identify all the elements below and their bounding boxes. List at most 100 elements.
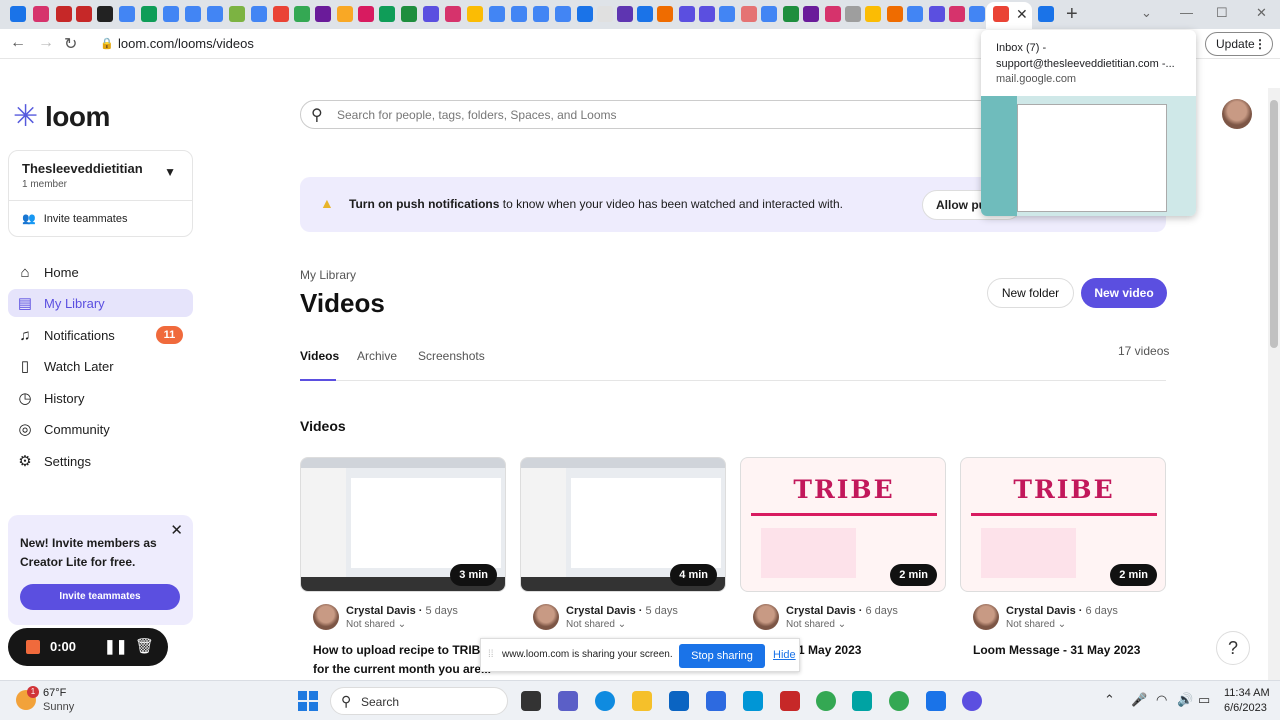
avatar[interactable]	[1222, 99, 1252, 129]
sidebar-item-settings[interactable]: ⚙ Settings	[8, 447, 193, 475]
tab-favicon[interactable]	[76, 6, 92, 22]
sidebar-item-watch-later[interactable]: ▯ Watch Later	[8, 352, 193, 380]
back-icon[interactable]: ←	[10, 34, 26, 52]
tab-favicon[interactable]	[637, 6, 653, 22]
tab-screenshots[interactable]: Screenshots	[418, 349, 485, 363]
new-tab-icon[interactable]: +	[1066, 3, 1078, 26]
help-button[interactable]: ?	[1216, 631, 1250, 665]
windows-start-icon[interactable]	[298, 691, 318, 711]
tab-favicon[interactable]	[207, 6, 223, 22]
tab-favicon[interactable]	[699, 6, 715, 22]
update-button[interactable]: Update ⋮	[1205, 32, 1273, 56]
tab-favicon[interactable]	[379, 6, 395, 22]
tab-favicon[interactable]	[119, 6, 135, 22]
tab-favicon[interactable]	[97, 6, 113, 22]
tab-favicon[interactable]	[825, 6, 841, 22]
app-l-icon[interactable]	[706, 691, 726, 711]
tab-favicon[interactable]	[445, 6, 461, 22]
maximize-icon[interactable]: ☐	[1216, 5, 1228, 21]
new-video-button[interactable]: New video	[1081, 278, 1167, 308]
clock-date[interactable]: 6/6/2023	[1224, 702, 1267, 714]
sidebar-item-notifications[interactable]: ♫ Notifications 11	[8, 321, 193, 349]
clock-time[interactable]: 11:34 AM	[1224, 687, 1270, 699]
tab-favicon[interactable]	[1038, 6, 1054, 22]
stop-recording-icon[interactable]	[26, 640, 40, 654]
forward-icon[interactable]: →	[38, 34, 54, 52]
close-icon[interactable]: ✕	[170, 521, 183, 539]
tab-archive[interactable]: Archive	[357, 349, 397, 363]
tab-favicon[interactable]	[489, 6, 505, 22]
tab-favicon[interactable]	[401, 6, 417, 22]
video-card[interactable]: 3 min Crystal Davis · 5 days Not shared …	[300, 457, 506, 687]
search-bar[interactable]: ⚲ Search for people, tags, folders, Spac…	[300, 100, 1000, 129]
url-field[interactable]: loom.com/looms/videos	[118, 36, 254, 51]
taskbar-search[interactable]: ⚲ Search	[330, 687, 508, 715]
tab-favicon[interactable]	[929, 6, 945, 22]
tab-favicon[interactable]	[358, 6, 374, 22]
gmail-tab-favicon[interactable]	[993, 6, 1009, 22]
battery-icon[interactable]: ▭	[1198, 692, 1210, 708]
tab-favicon[interactable]	[511, 6, 527, 22]
tab-favicon[interactable]	[163, 6, 179, 22]
reload-icon[interactable]: ↻	[64, 34, 77, 54]
tab-close-icon[interactable]: ✕	[1016, 6, 1028, 23]
app-icon[interactable]	[743, 691, 763, 711]
tab-favicon[interactable]	[423, 6, 439, 22]
tab-favicon[interactable]	[185, 6, 201, 22]
file-explorer-icon[interactable]	[632, 691, 652, 711]
invite-teammates-link[interactable]: 👥 Invite teammates	[22, 212, 127, 226]
tab-favicon[interactable]	[294, 6, 310, 22]
tray-chevron-icon[interactable]: ⌃	[1104, 692, 1115, 708]
tab-favicon[interactable]	[337, 6, 353, 22]
tab-favicon[interactable]	[56, 6, 72, 22]
breadcrumb[interactable]: My Library	[300, 268, 356, 282]
share-status[interactable]: Not shared ⌄	[786, 619, 846, 630]
microphone-icon[interactable]: 🎤	[1131, 692, 1147, 708]
tab-favicon[interactable]	[229, 6, 245, 22]
video-thumbnail[interactable]: TRIBE 2 min	[960, 457, 1166, 592]
tab-favicon[interactable]	[251, 6, 267, 22]
tab-favicon[interactable]	[679, 6, 695, 22]
chevron-down-icon[interactable]: ▼	[164, 165, 176, 179]
tab-favicon[interactable]	[719, 6, 735, 22]
tab-search-chevron-icon[interactable]: ⌄	[1141, 5, 1152, 21]
new-folder-button[interactable]: New folder	[987, 278, 1074, 308]
search-input[interactable]: Search for people, tags, folders, Spaces…	[337, 108, 617, 122]
sidebar-item-my-library[interactable]: ▤ My Library	[8, 289, 193, 317]
tab-favicon[interactable]	[803, 6, 819, 22]
minimize-icon[interactable]: —	[1180, 5, 1193, 20]
workspace-switcher[interactable]: Thesleeveddietitian 1 member ▼ 👥 Invite …	[8, 150, 193, 237]
video-thumbnail[interactable]: 4 min	[520, 457, 726, 592]
tab-favicon[interactable]	[10, 6, 26, 22]
share-status[interactable]: Not shared ⌄	[346, 619, 406, 630]
share-status[interactable]: Not shared ⌄	[1006, 619, 1066, 630]
tab-favicon[interactable]	[33, 6, 49, 22]
hide-link[interactable]: Hide	[773, 649, 796, 661]
tab-favicon[interactable]	[865, 6, 881, 22]
tab-favicon[interactable]	[577, 6, 593, 22]
mail-icon[interactable]	[669, 691, 689, 711]
tab-favicon[interactable]	[141, 6, 157, 22]
tab-favicon[interactable]	[969, 6, 985, 22]
tab-favicon[interactable]	[657, 6, 673, 22]
video-title[interactable]: How to upload recipe to TRIBE for the cu…	[313, 641, 493, 679]
video-thumbnail[interactable]: 3 min	[300, 457, 506, 592]
edge-icon[interactable]	[595, 691, 615, 711]
close-window-icon[interactable]: ✕	[1256, 5, 1267, 21]
sidebar-item-history[interactable]: ◷ History	[8, 384, 193, 412]
tab-favicon[interactable]	[617, 6, 633, 22]
teams-icon[interactable]	[558, 691, 578, 711]
tab-favicon[interactable]	[783, 6, 799, 22]
drag-handle-icon[interactable]: ⁞⁞	[488, 649, 494, 660]
chrome-icon[interactable]	[889, 691, 909, 711]
tab-favicon[interactable]	[761, 6, 777, 22]
tab-favicon[interactable]	[533, 6, 549, 22]
pause-icon[interactable]: ❚❚	[104, 638, 127, 655]
tab-favicon[interactable]	[907, 6, 923, 22]
shield-icon[interactable]	[780, 691, 800, 711]
tab-favicon[interactable]	[315, 6, 331, 22]
trash-icon[interactable]: 🗑	[135, 637, 154, 655]
scrollbar-thumb[interactable]	[1270, 100, 1278, 348]
video-title[interactable]: Loom Message - 31 May 2023	[973, 641, 1153, 660]
tab-videos[interactable]: Videos	[300, 349, 339, 363]
